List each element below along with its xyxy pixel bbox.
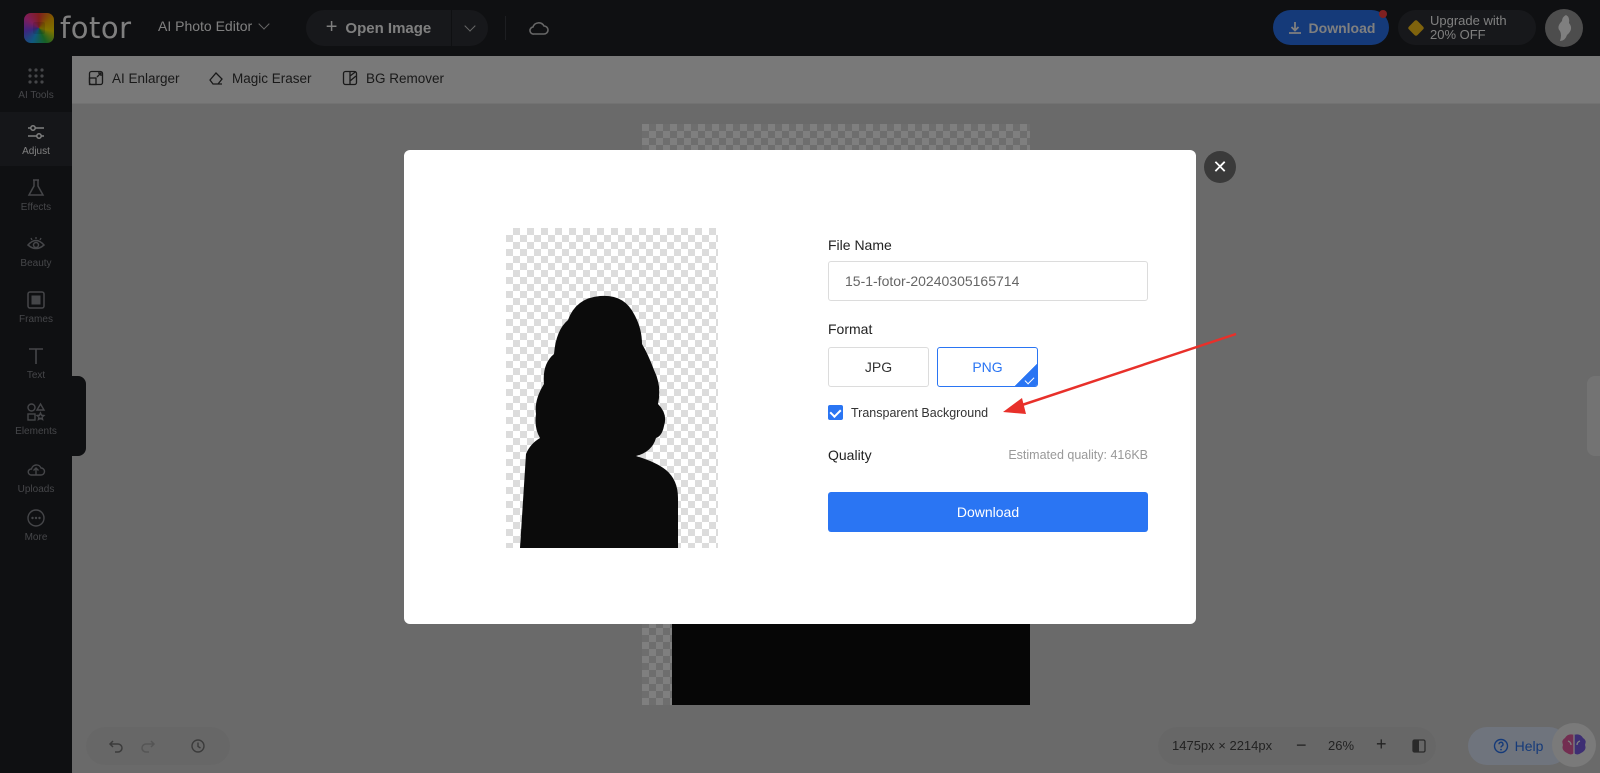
annotation-arrow (1003, 332, 1237, 414)
